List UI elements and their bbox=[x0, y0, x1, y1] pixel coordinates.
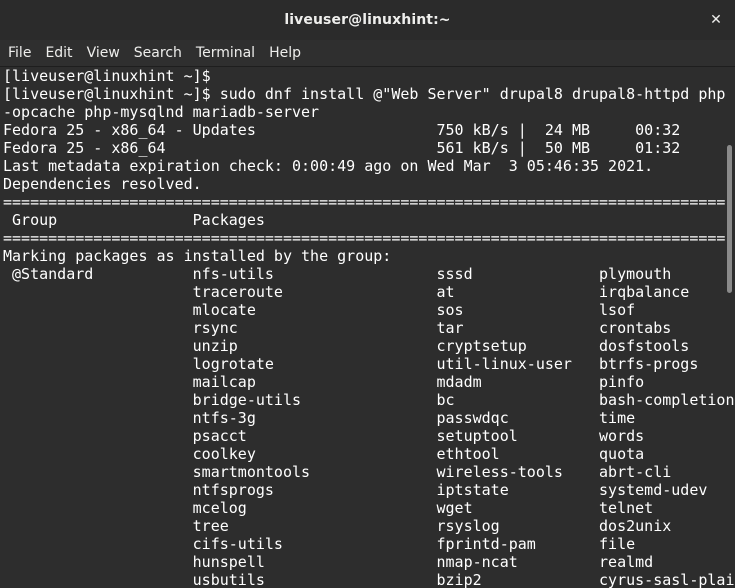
terminal-line: -opcache php-mysqlnd mariadb-server bbox=[3, 103, 320, 121]
menu-edit[interactable]: Edit bbox=[39, 45, 78, 61]
package-row: mlocate sos lsof bbox=[3, 301, 636, 319]
menu-view[interactable]: View bbox=[81, 45, 126, 61]
package-row: @Standard nfs-utils sssd plymouth bbox=[3, 265, 672, 283]
menu-bar: File Edit View Search Terminal Help bbox=[0, 40, 735, 67]
package-row: logrotate util-linux-user btrfs-progs bbox=[3, 355, 699, 373]
package-row: mailcap mdadm pinfo bbox=[3, 373, 645, 391]
package-row: usbutils bzip2 cyrus-sasl-plain bbox=[3, 571, 735, 588]
terminal-line: [liveuser@linuxhint ~]$ sudo dnf install… bbox=[3, 85, 726, 103]
package-row: tree rsyslog dos2unix bbox=[3, 517, 672, 535]
terminal-line: Marking packages as installed by the gro… bbox=[3, 247, 392, 265]
terminal-window: liveuser@linuxhint:~ ✕ File Edit View Se… bbox=[0, 0, 735, 588]
menu-search[interactable]: Search bbox=[128, 45, 188, 61]
separator-line: ========================================… bbox=[3, 193, 726, 211]
package-row: cifs-utils fprintd-pam file bbox=[3, 535, 636, 553]
package-row: bridge-utils bc bash-completion bbox=[3, 391, 735, 409]
package-row: ntfs-3g passwdqc time bbox=[3, 409, 636, 427]
package-row: mcelog wget telnet bbox=[3, 499, 654, 517]
table-header: Group Packages bbox=[3, 211, 265, 229]
terminal-line: [liveuser@linuxhint ~]$ bbox=[3, 67, 211, 85]
separator-line: ========================================… bbox=[3, 229, 726, 247]
package-row: unzip cryptsetup dosfstools bbox=[3, 337, 690, 355]
terminal-line: Dependencies resolved. bbox=[3, 175, 202, 193]
terminal-line: Fedora 25 - x86_64 - Updates 750 kB/s | … bbox=[3, 121, 681, 139]
package-row: coolkey ethtool quota bbox=[3, 445, 645, 463]
package-row: ntfsprogs iptstate systemd-udev bbox=[3, 481, 708, 499]
package-row: smartmontools wireless-tools abrt-cli bbox=[3, 463, 672, 481]
menu-help[interactable]: Help bbox=[263, 45, 307, 61]
terminal-output[interactable]: [liveuser@linuxhint ~]$ [liveuser@linuxh… bbox=[0, 67, 735, 588]
package-row: psacct setuptool words bbox=[3, 427, 645, 445]
window-title: liveuser@linuxhint:~ bbox=[284, 12, 451, 28]
package-row: traceroute at irqbalance bbox=[3, 283, 690, 301]
title-bar[interactable]: liveuser@linuxhint:~ ✕ bbox=[0, 0, 735, 40]
package-row: hunspell nmap-ncat realmd bbox=[3, 553, 654, 571]
package-row: rsync tar crontabs bbox=[3, 319, 672, 337]
terminal-line: Last metadata expiration check: 0:00:49 … bbox=[3, 157, 654, 175]
terminal-line: Fedora 25 - x86_64 561 kB/s | 50 MB 01:3… bbox=[3, 139, 681, 157]
menu-terminal[interactable]: Terminal bbox=[190, 45, 261, 61]
scrollbar[interactable] bbox=[727, 145, 732, 293]
menu-file[interactable]: File bbox=[2, 45, 37, 61]
close-icon[interactable]: ✕ bbox=[707, 11, 725, 29]
